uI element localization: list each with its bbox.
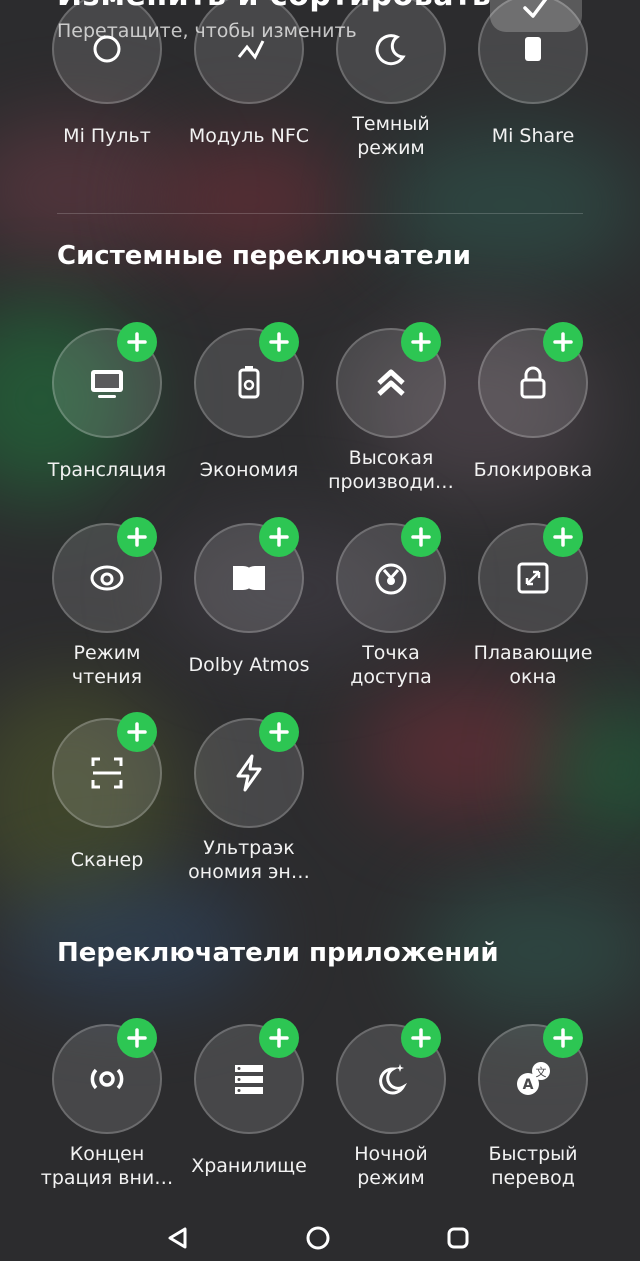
recents-button[interactable] (436, 1216, 480, 1260)
navigation-bar (0, 1216, 640, 1261)
plus-icon (127, 1028, 147, 1048)
battery-saver-icon (238, 366, 260, 399)
plus-icon (269, 722, 289, 742)
focus-mode-icon (90, 1068, 124, 1090)
tile-button[interactable] (336, 0, 446, 104)
add-tile-button[interactable] (259, 712, 299, 752)
tile-label: Ночной режим (354, 1143, 428, 1189)
tile-label: Хранилище (191, 1155, 307, 1177)
scanner-icon (91, 757, 123, 789)
reading-mode-eye-icon (90, 565, 124, 591)
add-tile-button[interactable] (117, 712, 157, 752)
tile-label: Блокировка (473, 459, 593, 481)
svg-text:文: 文 (536, 1065, 547, 1079)
section-divider (57, 213, 583, 214)
storage-icon (235, 1065, 263, 1094)
plus-icon (411, 1028, 431, 1048)
mi-share-icon (525, 37, 541, 61)
cast-screen-icon (91, 370, 123, 398)
add-tile-button[interactable] (401, 322, 441, 362)
plus-icon (269, 332, 289, 352)
add-tile-button[interactable] (117, 322, 157, 362)
lightning-bolt-icon (236, 754, 262, 792)
translate-icon: A文 (517, 1062, 550, 1095)
section-title-apps: Переключатели приложений (57, 938, 499, 968)
plus-icon (127, 722, 147, 742)
tile-label: Mi Share (491, 125, 575, 147)
lock-icon (520, 366, 546, 399)
tile-label: Темный режим (352, 113, 430, 159)
add-tile-button[interactable] (117, 1018, 157, 1058)
add-tile-button[interactable] (117, 517, 157, 557)
plus-icon (127, 527, 147, 547)
add-tile-button[interactable] (259, 517, 299, 557)
tile-label: Ультраэк ономия эн… (188, 837, 310, 883)
plus-icon (411, 527, 431, 547)
performance-chevrons-icon (377, 369, 405, 396)
tile-label: Концен трация вни… (40, 1143, 174, 1189)
tile-label: Точка доступа (350, 642, 432, 688)
floating-window-icon (517, 562, 549, 594)
tile-label: Модуль NFC (188, 125, 310, 147)
tile-label: Высокая производи… (328, 447, 454, 493)
tile-label: Mi Пульт (63, 125, 151, 147)
nfc-icon (237, 40, 265, 60)
tile-button[interactable] (52, 0, 162, 104)
dolby-icon (233, 566, 265, 590)
back-triangle-icon (168, 1227, 187, 1249)
tile-button[interactable] (478, 0, 588, 104)
plus-icon (411, 332, 431, 352)
remote-icon (93, 35, 121, 63)
tile-label: Плавающие окна (473, 642, 593, 688)
plus-icon (553, 1028, 573, 1048)
plus-icon (127, 332, 147, 352)
tile-label: Сканер (70, 849, 144, 871)
add-tile-button[interactable] (401, 1018, 441, 1058)
tile-label: Режим чтения (71, 642, 143, 688)
add-tile-button[interactable] (259, 322, 299, 362)
svg-text:A: A (523, 1077, 534, 1093)
home-circle-icon (306, 1226, 330, 1250)
plus-icon (269, 527, 289, 547)
dark-mode-icon (375, 34, 406, 66)
recents-square-icon (447, 1227, 469, 1249)
hotspot-icon (375, 563, 407, 595)
section-title-system: Системные переключатели (57, 241, 471, 271)
night-mode-icon (379, 1064, 408, 1095)
back-button[interactable] (156, 1216, 200, 1260)
tile-label: Экономия (199, 459, 299, 481)
add-tile-button[interactable] (401, 517, 441, 557)
home-button[interactable] (296, 1216, 340, 1260)
add-tile-button[interactable] (259, 1018, 299, 1058)
add-tile-button[interactable] (543, 322, 583, 362)
plus-icon (269, 1028, 289, 1048)
tile-label: Dolby Atmos (188, 654, 310, 676)
add-tile-button[interactable] (543, 1018, 583, 1058)
add-tile-button[interactable] (543, 517, 583, 557)
tile-button[interactable] (194, 0, 304, 104)
tile-label: Быстрый перевод (488, 1143, 578, 1189)
plus-icon (553, 332, 573, 352)
tile-label: Трансляция (47, 459, 167, 481)
plus-icon (553, 527, 573, 547)
